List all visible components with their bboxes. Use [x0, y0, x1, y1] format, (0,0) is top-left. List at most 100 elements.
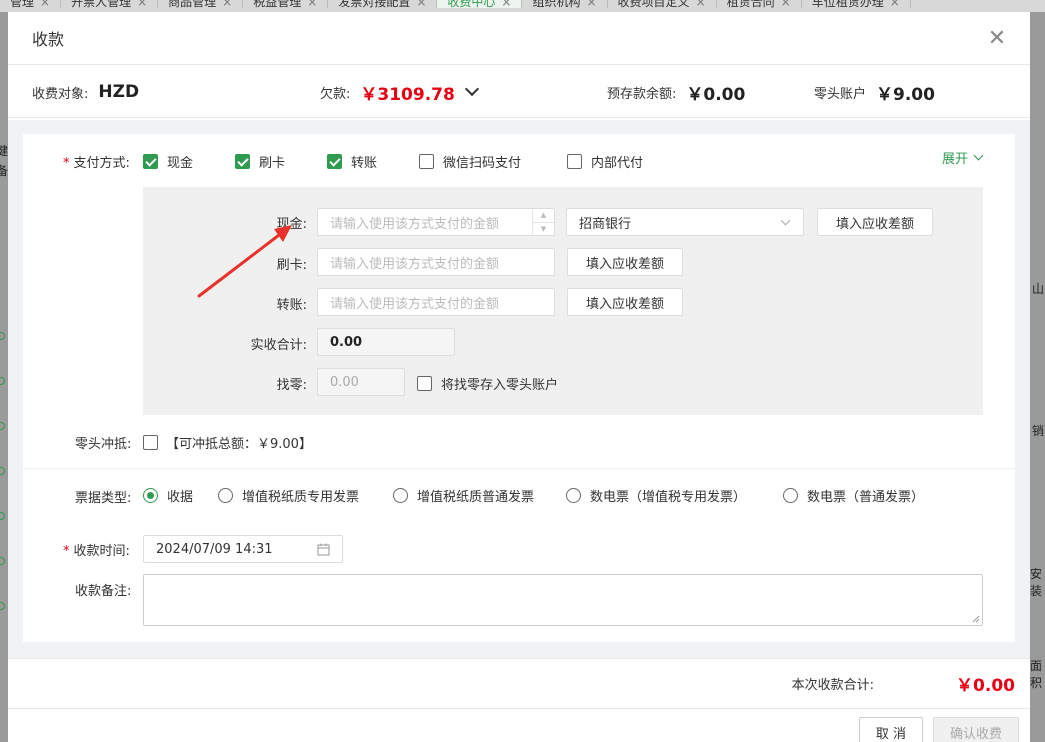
footer-buttons: 取 消 确认收费	[8, 708, 1030, 742]
offset-row: 零头冲抵:	[75, 433, 131, 452]
offset-checkbox-row[interactable]: 【可冲抵总额：￥9.00】	[143, 433, 312, 452]
receipt-option-label: 增值税纸质专用发票	[242, 490, 360, 505]
cash-label: 现金:	[276, 217, 307, 232]
card-amount-input[interactable]: 请输入使用该方式支付的金额	[317, 248, 555, 276]
radio[interactable]	[783, 488, 798, 503]
bg-text: 销	[1032, 424, 1045, 438]
receipt-option-label: 增值税纸质普通发票	[417, 490, 535, 505]
checkbox[interactable]	[417, 376, 432, 391]
remark-label-row: 收款备注:	[75, 580, 131, 599]
bg-tab: 开票人管理 ×	[61, 0, 159, 8]
checkbox-checked[interactable]	[327, 154, 342, 169]
change-account-label: 零头账户	[814, 86, 867, 102]
footer-total-bar: 本次收款合计: ￥0.00	[8, 658, 1030, 708]
radio[interactable]	[566, 488, 581, 503]
confirm-charge-button[interactable]: 确认收费	[933, 717, 1019, 742]
card-fill-difference-button[interactable]: 填入应收差额	[567, 248, 683, 276]
payment-option-label: 刷卡	[259, 156, 286, 171]
receipt-option-vat-special-paper[interactable]: 增值税纸质专用发票	[218, 486, 359, 505]
receipt-type-label: 票据类型:	[75, 491, 132, 506]
bg-tab: 租赁合同 ×	[717, 0, 802, 8]
payment-option-label: 内部代付	[591, 156, 644, 171]
total-received-label: 实收合计:	[250, 338, 307, 353]
receipt-option-digital-normal[interactable]: 数电票（普通发票）	[783, 486, 924, 505]
payment-option-card[interactable]: 刷卡	[235, 152, 285, 171]
close-icon[interactable]: ✕	[984, 25, 1010, 51]
payment-option-internal[interactable]: 内部代付	[567, 152, 643, 171]
save-change-checkbox-row[interactable]: 将找零存入零头账户	[417, 374, 558, 393]
footer-total-value: ￥0.00	[956, 676, 1015, 696]
receipt-type-label-row: 票据类型:	[75, 487, 131, 506]
payment-details-panel: 现金: 请输入使用该方式支付的金额 ▲ ▼ 招商银行 填入应收差额 刷卡: 请输入…	[143, 187, 983, 415]
background-left-strip: 健 备	[0, 12, 8, 742]
payment-option-label: 现金	[167, 156, 194, 171]
remark-label: 收款备注:	[75, 584, 132, 599]
payment-option-cash[interactable]: 现金	[143, 152, 193, 171]
prepaid-value: ￥0.00	[686, 84, 746, 105]
charge-target: 收费对象: HZD	[32, 65, 139, 119]
bg-status-dot	[0, 332, 5, 340]
bank-select[interactable]: 招商银行	[566, 208, 804, 236]
payment-option-transfer[interactable]: 转账	[327, 152, 377, 171]
footer-total-label: 本次收款合计:	[791, 678, 875, 693]
expand-label: 展开	[941, 152, 968, 167]
bg-tab-active: 收费中心 ×	[437, 0, 523, 8]
transfer-fill-difference-button[interactable]: 填入应收差额	[567, 288, 683, 316]
radio[interactable]	[393, 488, 408, 503]
checkbox-checked[interactable]	[143, 154, 158, 169]
payment-option-label: 微信扫码支付	[443, 156, 522, 171]
radio[interactable]	[218, 488, 233, 503]
bg-status-dot	[0, 557, 5, 565]
bg-text: 健	[0, 144, 9, 158]
checkbox[interactable]	[143, 435, 158, 450]
radio-selected[interactable]	[143, 488, 158, 503]
offset-available-text: 【可冲抵总额：￥9.00】	[166, 437, 312, 452]
total-received-value: 0.00	[317, 328, 455, 356]
prepaid-label: 预存款余额:	[607, 86, 677, 102]
receipt-option-vat-normal-paper[interactable]: 增值税纸质普通发票	[393, 486, 534, 505]
bg-tab: 管理 ×	[0, 0, 62, 8]
cash-amount-input[interactable]: 请输入使用该方式支付的金额 ▲ ▼	[317, 208, 555, 236]
bg-text: 山	[1032, 282, 1045, 296]
receipt-option-digital-vat-special[interactable]: 数电票（增值税专用发票）	[566, 486, 746, 505]
cancel-button[interactable]: 取 消	[859, 717, 923, 742]
chevron-down-icon	[780, 215, 791, 226]
receipt-option-label: 数电票（普通发票）	[807, 490, 925, 505]
checkbox-checked[interactable]	[235, 154, 250, 169]
payment-method-label: * 支付方式:	[63, 156, 130, 171]
number-stepper[interactable]: ▲ ▼	[532, 209, 554, 235]
payment-option-wechat[interactable]: 微信扫码支付	[419, 152, 521, 171]
transfer-amount-input[interactable]: 请输入使用该方式支付的金额	[317, 288, 555, 316]
change-input: 0.00	[317, 368, 405, 396]
expand-toggle[interactable]: 展开	[941, 148, 984, 167]
bg-status-dot	[0, 602, 5, 610]
bg-text: 安装	[1030, 567, 1043, 598]
bg-tab: 发票对接配置 ×	[328, 0, 438, 8]
save-change-label: 将找零存入零头账户	[441, 378, 559, 393]
charge-target-label: 收费对象:	[32, 86, 89, 102]
receive-time-label-row: * 收款时间:	[63, 540, 130, 559]
remark-textarea[interactable]	[143, 574, 983, 626]
receive-time-label: * 收款时间:	[63, 544, 130, 559]
chevron-down-icon[interactable]	[464, 81, 479, 97]
cash-fill-difference-button[interactable]: 填入应收差额	[817, 208, 933, 236]
card-label: 刷卡:	[276, 258, 307, 273]
modal-body: * 支付方式: 现金 刷卡 转账 微信扫码支付 内部代付 展开 现金: 请输入使…	[8, 120, 1030, 720]
checkbox[interactable]	[419, 154, 434, 169]
charge-target-value: HZD	[98, 82, 140, 102]
receive-time-input[interactable]: 2024/07/09 14:31	[143, 535, 343, 563]
calendar-icon	[317, 543, 330, 556]
bg-status-dot	[0, 467, 5, 475]
bg-status-dot	[0, 512, 5, 520]
debt: 欠款: ￥3109.78	[320, 65, 479, 119]
bg-tab: 收费项目定义 ×	[608, 0, 717, 8]
background-right-strip: 山 销 安装 面积	[1030, 12, 1045, 742]
checkbox[interactable]	[567, 154, 582, 169]
bg-tab: 车位租赁办理 ×	[802, 0, 911, 8]
divider	[23, 468, 1015, 469]
receipt-option-label: 数电票（增值税专用发票）	[590, 490, 747, 505]
modal-header: 收款 ✕	[8, 12, 1030, 64]
receipt-option-receipt[interactable]: 收据	[143, 486, 193, 505]
resize-handle-icon[interactable]	[972, 615, 980, 623]
change-account: 零头账户 ￥9.00	[814, 65, 935, 119]
